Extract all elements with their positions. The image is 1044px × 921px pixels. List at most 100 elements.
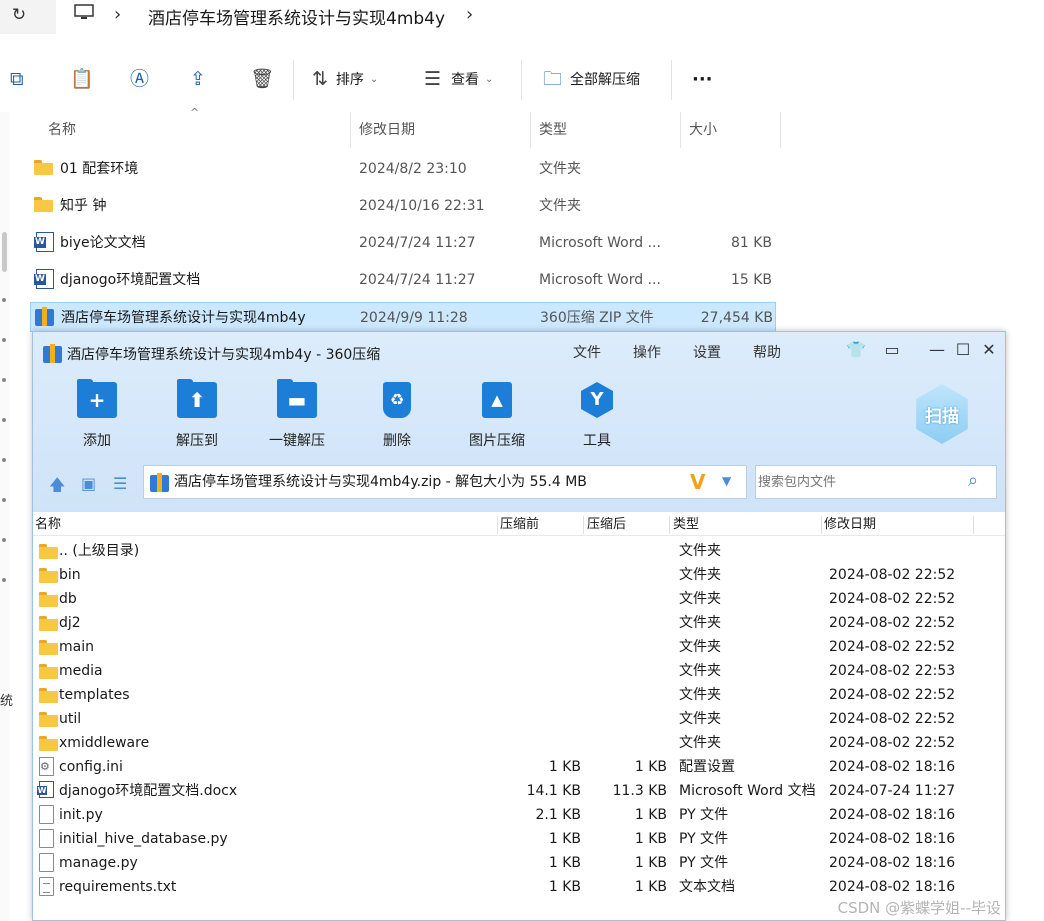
skin-shirt-icon[interactable]: 👕	[846, 340, 866, 359]
column-divider[interactable]	[530, 112, 531, 148]
tool-label: 删除	[383, 433, 411, 449]
share-button[interactable]: ⇪	[190, 66, 206, 92]
column-header-type[interactable]: 类型	[539, 112, 567, 148]
file-row[interactable]: W djanogo环境配置文档 2024/7/24 11:27 Microsof…	[30, 265, 776, 295]
column-header-after[interactable]: 压缩后	[587, 514, 626, 536]
column-header-type[interactable]: 类型	[673, 514, 699, 536]
menu-settings[interactable]: 设置	[693, 342, 721, 362]
column-divider[interactable]	[350, 112, 351, 148]
tool-label: 一键解压	[269, 433, 325, 449]
file-icon	[39, 805, 54, 824]
minimize-icon[interactable]: —	[927, 340, 947, 359]
add-button[interactable]: + 添加	[57, 379, 137, 450]
column-divider[interactable]	[821, 516, 822, 534]
file-row[interactable]: W biye论文文档 2024/7/24 11:27 Microsoft Wor…	[30, 228, 776, 258]
column-divider[interactable]	[973, 516, 974, 534]
column-header-date[interactable]: 修改日期	[824, 514, 876, 536]
column-divider[interactable]	[680, 112, 681, 148]
file-row[interactable]: 01 配套环境 2024/8/2 23:10 文件夹	[30, 154, 776, 184]
archive-row[interactable]: .. (上级目录) 文件夹	[33, 539, 1005, 563]
archive-row[interactable]: Wdjanogo环境配置文档.docx 14.1 KB 11.3 KB Microso…	[33, 779, 1005, 803]
paste-button[interactable]: 📋	[70, 66, 94, 92]
file-row[interactable]: 知乎 钟 2024/10/16 22:31 文件夹	[30, 191, 776, 221]
column-header-date[interactable]: 修改日期	[359, 112, 415, 148]
address-bar: ↻ › 酒店停车场管理系统设计与实现4mb4y ›	[0, 0, 1044, 34]
archive-row[interactable]: templates 文件夹 2024-08-02 22:52	[33, 683, 1005, 707]
entry-name: main	[59, 639, 94, 655]
search-icon[interactable]: ⌕	[968, 470, 978, 491]
image-compress-button[interactable]: ▲ 图片压缩	[457, 382, 537, 450]
copy-button[interactable]: ⧉	[10, 66, 24, 92]
entry-date	[829, 539, 999, 563]
word-doc-icon: W	[34, 232, 54, 252]
close-icon[interactable]: ✕	[979, 340, 999, 359]
column-divider[interactable]	[583, 516, 584, 534]
scrollbar-thumb[interactable]	[2, 232, 7, 272]
nav-expander-icon[interactable]	[2, 458, 6, 462]
archive-row[interactable]: manage.py 1 KB 1 KB PY 文件 2024-08-02 18:16	[33, 851, 1005, 875]
archive-row[interactable]: main 文件夹 2024-08-02 22:52	[33, 635, 1005, 659]
entry-date: 2024-08-02 18:16	[829, 831, 956, 847]
archive-row[interactable]: util 文件夹 2024-08-02 22:52	[33, 707, 1005, 731]
menu-operate[interactable]: 操作	[633, 342, 661, 362]
nav-expander-icon[interactable]	[2, 298, 6, 302]
archive-row[interactable]: initial_hive_database.py 1 KB 1 KB PY 文件 202…	[33, 827, 1005, 851]
thumbnail-view-icon[interactable]: ▣	[81, 474, 96, 493]
column-header-before[interactable]: 压缩前	[500, 514, 539, 536]
view-button[interactable]: ☰ 查看 ⌄	[424, 66, 493, 92]
archive-row[interactable]: dj2 文件夹 2024-08-02 22:52	[33, 611, 1005, 635]
menu-help[interactable]: 帮助	[753, 342, 781, 362]
list-view-icon[interactable]: ☰	[113, 474, 127, 493]
extract-all-button[interactable]: 🗀 全部解压缩	[543, 66, 640, 92]
chevron-down-icon[interactable]: ▼	[722, 474, 731, 488]
one-click-extract-button[interactable]: ▬ 一键解压	[257, 379, 337, 450]
file-row-selected[interactable]: 酒店停车场管理系统设计与实现4mb4y 2024/9/9 11:28 360压缩…	[30, 302, 776, 332]
nav-expander-icon[interactable]	[2, 418, 6, 422]
sort-button[interactable]: ⇅ 排序 ⌄	[312, 66, 378, 92]
column-divider[interactable]	[780, 112, 781, 148]
column-divider[interactable]	[669, 516, 670, 534]
archive-row[interactable]: media 文件夹 2024-08-02 22:53	[33, 659, 1005, 683]
archive-row[interactable]: xmiddleware 文件夹 2024-08-02 22:52	[33, 731, 1005, 755]
search-box[interactable]: ⌕	[755, 465, 997, 499]
entry-type: 文本文档	[679, 879, 735, 895]
refresh-icon[interactable]: ↻	[8, 4, 30, 26]
address-box[interactable]: › 酒店停车场管理系统设计与实现4mb4y ›	[56, 0, 1044, 34]
tools-button[interactable]: Y 工具	[557, 382, 637, 450]
column-header-size[interactable]: 大小	[689, 112, 717, 148]
feedback-icon[interactable]: ▭	[882, 340, 902, 359]
v-logo-icon[interactable]: V	[690, 470, 705, 494]
archive-row[interactable]: requirements.txt 1 KB 1 KB 文本文档 2024-08-02 1…	[33, 875, 1005, 899]
archive-path-bar[interactable]: 酒店停车场管理系统设计与实现4mb4y.zip - 解包大小为 55.4 MB …	[143, 465, 747, 499]
more-options-button[interactable]: ···	[692, 66, 713, 92]
up-level-icon[interactable]: 🡅	[49, 474, 65, 501]
archive-row[interactable]: db 文件夹 2024-08-02 22:52	[33, 587, 1005, 611]
archive-row[interactable]: bin 文件夹 2024-08-02 22:52	[33, 563, 1005, 587]
watermark: CSDN @紫蝶学姐--毕设	[837, 899, 1001, 917]
delete-button[interactable]: 🗑	[250, 66, 274, 92]
extract-to-button[interactable]: ⬆ 解压到	[157, 379, 237, 450]
breadcrumb[interactable]: 酒店停车场管理系统设计与实现4mb4y	[148, 4, 445, 29]
entry-size-after: 1 KB	[634, 807, 667, 823]
scan-button[interactable]: 扫描	[909, 378, 975, 450]
nav-expander-icon[interactable]	[2, 538, 6, 542]
zip-archive-window: 酒店停车场管理系统设计与实现4mb4y - 360压缩 文件 操作 设置 帮助 …	[32, 331, 1006, 921]
column-divider[interactable]	[497, 516, 498, 534]
maximize-icon[interactable]: ☐	[953, 340, 973, 359]
archive-row[interactable]: config.ini 1 KB 1 KB 配置设置 2024-08-02 18:16	[33, 755, 1005, 779]
menu-file[interactable]: 文件	[573, 342, 601, 362]
word-doc-icon: W	[37, 781, 54, 798]
search-input[interactable]	[756, 466, 956, 498]
file-name: 01 配套环境	[60, 161, 139, 177]
nav-expander-icon[interactable]	[2, 378, 6, 382]
archive-row[interactable]: init.py 2.1 KB 1 KB PY 文件 2024-08-02 18:16	[33, 803, 1005, 827]
nav-expander-icon[interactable]	[2, 578, 6, 582]
column-header-name[interactable]: 名称	[48, 112, 76, 148]
chevron-right-icon[interactable]: ›	[466, 4, 473, 25]
rename-button[interactable]: Ⓐ	[130, 66, 149, 92]
column-header-name[interactable]: 名称	[35, 514, 61, 536]
nav-expander-icon[interactable]	[2, 498, 6, 502]
nav-expander-icon[interactable]	[2, 338, 6, 342]
delete-button[interactable]: ♻ 删除	[357, 382, 437, 450]
add-icon: +	[77, 379, 117, 420]
